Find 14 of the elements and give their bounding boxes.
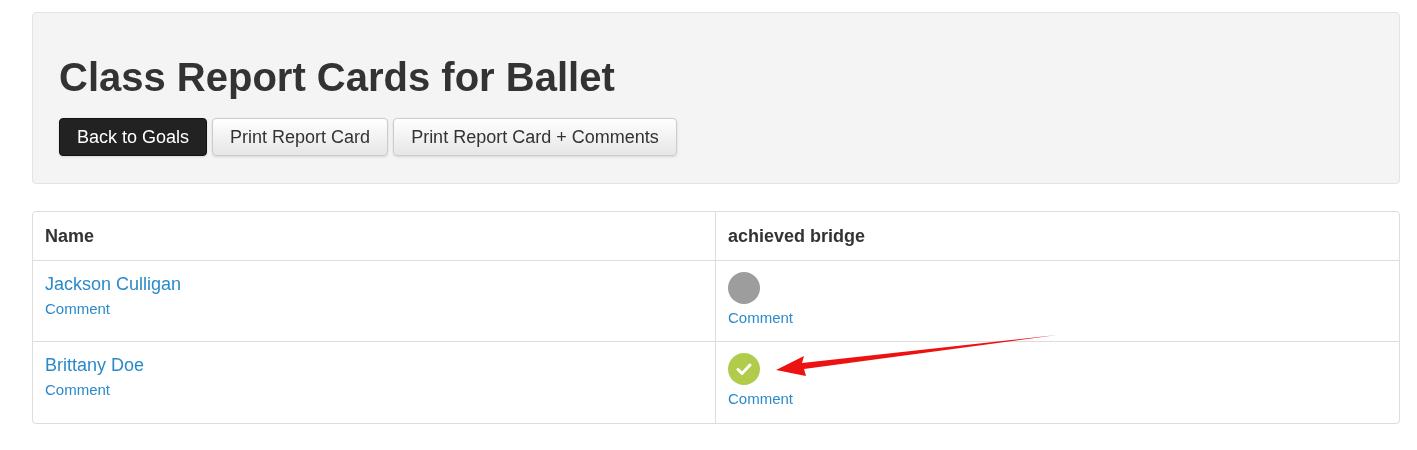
student-link[interactable]: Jackson Culligan [45, 273, 182, 295]
student-link[interactable]: Brittany Doe [45, 354, 145, 376]
comment-link[interactable]: Comment [728, 309, 794, 327]
print-button[interactable]: Print Report Card [212, 118, 389, 156]
status-circle-icon[interactable] [728, 272, 760, 304]
back-button[interactable]: Back to Goals [59, 118, 208, 156]
comment-link[interactable]: Comment [728, 390, 794, 408]
comment-link[interactable]: Comment [45, 300, 111, 318]
print-button[interactable]: Print Report Card + Comments [393, 118, 677, 156]
comment-link[interactable]: Comment [45, 381, 111, 399]
column-header: Name [45, 224, 95, 248]
column-header: achieved bridge [728, 224, 866, 248]
page-title: Class Report Cards for Ballet [59, 54, 615, 101]
check-circle-icon[interactable] [728, 353, 760, 385]
